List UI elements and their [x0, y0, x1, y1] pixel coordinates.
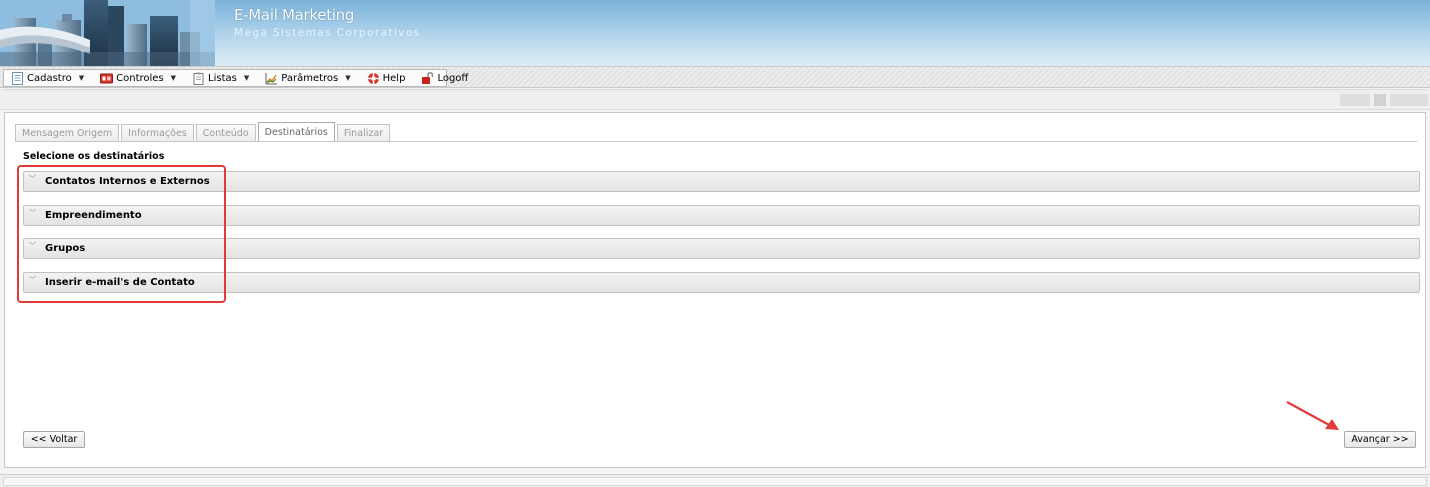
tab-conteudo[interactable]: Conteúdo [195, 124, 256, 142]
menu-help-label: Help [382, 72, 406, 84]
tab-finalizar[interactable]: Finalizar [336, 124, 391, 142]
menu-cadastro[interactable]: Cadastro ▼ [8, 70, 87, 86]
chevron-down-icon: ▼ [243, 74, 250, 82]
toolbar-indicator [1340, 94, 1428, 106]
menu-logoff[interactable]: Logoff [418, 70, 471, 86]
next-button[interactable]: Avançar >> [1344, 431, 1416, 448]
lifebuoy-icon [367, 72, 379, 84]
skyline-logo-icon [0, 0, 215, 66]
menu-listas-label: Listas [208, 72, 237, 84]
tab-destinatarios[interactable]: Destinatários [257, 122, 335, 142]
chevron-down-icon: ▼ [170, 74, 177, 82]
menu-help[interactable]: Help [364, 70, 409, 86]
panel-inserir-emails-contato[interactable]: ﹀ Inserir e-mail's de Contato [23, 272, 1420, 293]
panel-empreendimento[interactable]: ﹀ Empreendimento [23, 205, 1420, 226]
tab-informacoes[interactable]: Informações [121, 124, 194, 142]
document-icon [12, 71, 23, 85]
status-bar-inner [3, 477, 1427, 486]
back-button[interactable]: << Voltar [23, 431, 85, 448]
menu-controles-label: Controles [116, 72, 164, 84]
wizard-tabs: Mensagem Origem Informações Conteúdo Des… [15, 122, 392, 142]
tab-mensagem-origem[interactable]: Mensagem Origem [15, 124, 120, 142]
chevron-down-icon: ▼ [78, 74, 85, 82]
menu-parametros-label: Parâmetros [281, 72, 339, 84]
panel-contatos-internos-externos[interactable]: ﹀ Contatos Internos e Externos [23, 171, 1420, 192]
menu-cadastro-label: Cadastro [27, 72, 72, 84]
chevron-down-icon: ▼ [345, 74, 351, 82]
controls-icon [100, 73, 114, 83]
arrow-annotation-icon [1286, 401, 1339, 430]
menu-logoff-label: Logoff [437, 72, 469, 84]
highlight-annotation [17, 165, 226, 303]
secondary-toolbar [0, 89, 1430, 110]
toolbar-divider [3, 89, 1427, 90]
tab-strip-divider [15, 141, 1417, 142]
panel-grupos[interactable]: ﹀ Grupos [23, 238, 1420, 259]
menu-controles[interactable]: Controles ▼ [97, 70, 179, 86]
chart-icon [265, 72, 278, 84]
menu-container: Cadastro ▼ Controles ▼ Listas ▼ Parâmetr… [3, 69, 468, 87]
padlock-icon [422, 71, 434, 84]
app-subtitle: Mega Sistemas Corporativos [234, 27, 421, 39]
wizard-frame: Mensagem Origem Informações Conteúdo Des… [4, 112, 1426, 468]
section-label: Selecione os destinatários [23, 151, 165, 162]
menu-parametros[interactable]: Parâmetros ▼ [262, 70, 353, 86]
menu-bar: Cadastro ▼ Controles ▼ Listas ▼ Parâmetr… [0, 66, 1430, 88]
status-bar [0, 474, 1430, 487]
app-title: E-Mail Marketing [234, 6, 355, 24]
app-header: E-Mail Marketing Mega Sistemas Corporati… [0, 0, 1430, 66]
menu-listas[interactable]: Listas ▼ [189, 70, 252, 86]
clipboard-icon [193, 72, 204, 85]
